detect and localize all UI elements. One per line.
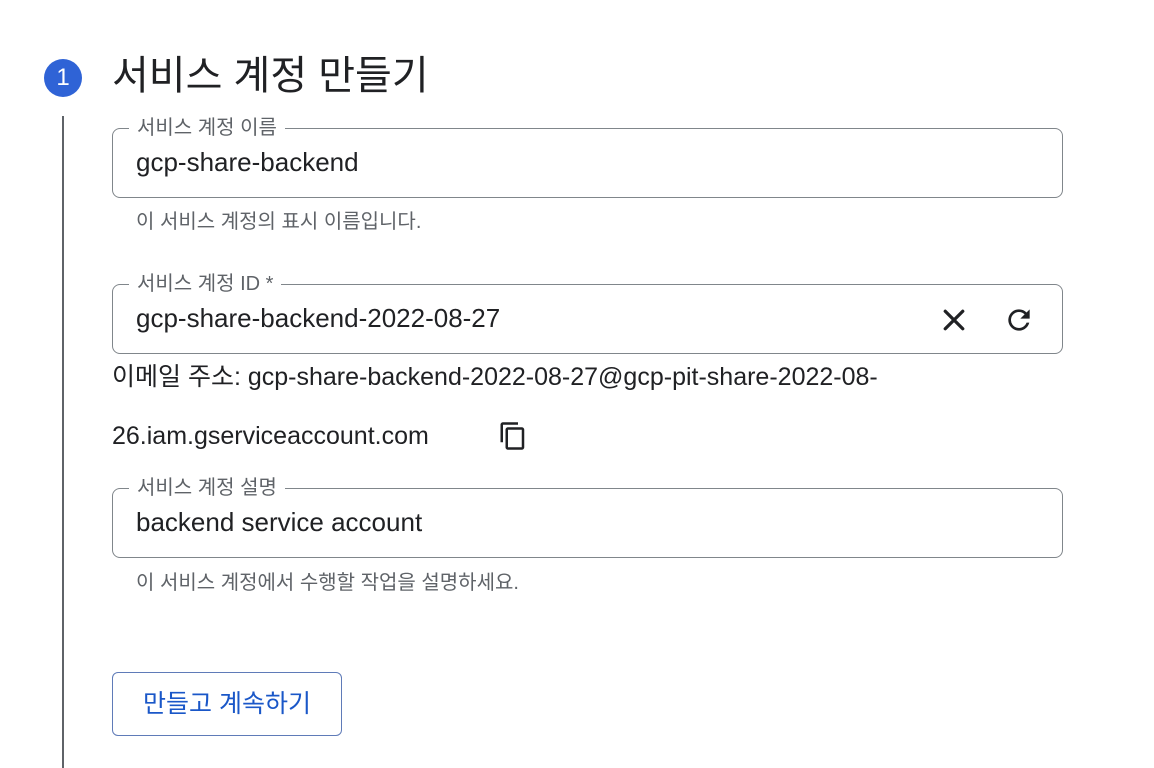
refresh-icon[interactable] [1000,301,1038,339]
service-account-description-label: 서비스 계정 설명 [129,475,285,501]
email-address-line-1: 이메일 주소: gcp-share-backend-2022-08-27@gcp… [112,363,878,391]
service-account-id-label: 서비스 계정 ID * [129,271,282,297]
step-connector-line [62,116,64,768]
service-account-description-field[interactable]: 서비스 계정 설명 [112,475,1063,558]
service-account-name-input[interactable] [136,145,922,179]
copy-icon[interactable] [496,419,530,453]
service-account-description-hint: 이 서비스 계정에서 수행할 작업을 설명하세요. [136,572,519,594]
create-service-account-page: 1 서비스 계정 만들기 서비스 계정 이름 이 서비스 계정의 표시 이름입니… [0,0,1154,768]
step-number-badge: 1 [44,59,82,97]
service-account-id-input[interactable] [136,301,922,335]
service-account-name-hint: 이 서비스 계정의 표시 이름입니다. [136,211,422,233]
create-and-continue-button[interactable]: 만들고 계속하기 [112,672,342,736]
email-address-line-2: 26.iam.gserviceaccount.com [112,422,429,450]
step-title: 서비스 계정 만들기 [112,54,429,98]
service-account-name-field[interactable]: 서비스 계정 이름 [112,115,1063,198]
service-account-name-label: 서비스 계정 이름 [129,115,285,141]
close-icon[interactable] [935,301,973,339]
service-account-id-field[interactable]: 서비스 계정 ID * [112,271,1063,354]
service-account-description-input[interactable] [136,505,922,539]
